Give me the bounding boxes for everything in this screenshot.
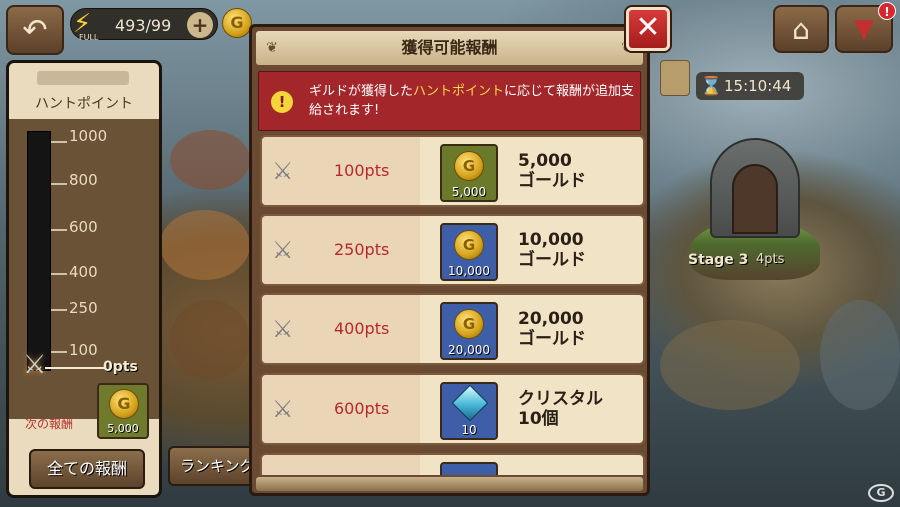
triangle-down-icon: ▼	[854, 14, 874, 44]
gauge-tick	[51, 141, 67, 143]
rock-cluster	[660, 320, 800, 410]
reward-row: ⚔ 600pts 10 クリスタル 10個	[260, 373, 645, 445]
back-button[interactable]: ↶	[6, 5, 64, 55]
reward-item[interactable]: 10	[440, 382, 498, 440]
gauge-label: 400	[69, 263, 98, 281]
crossed-swords-icon: ⚔	[272, 315, 294, 343]
stage-gate[interactable]	[710, 138, 800, 238]
notice-text-part: ギルドが獲得した	[309, 84, 414, 99]
tree-cluster	[160, 210, 250, 280]
reward-name: 20,000 ゴールド	[518, 309, 586, 349]
gold-coin-icon: G	[454, 230, 484, 260]
reward-item[interactable]: G 20,000	[440, 302, 498, 360]
gauge-tick	[51, 309, 67, 311]
current-points-line	[45, 367, 105, 369]
gold-coin-icon: G	[454, 309, 484, 339]
crossed-swords-icon: ⚔	[272, 157, 294, 185]
reward-item[interactable]	[440, 462, 498, 475]
stamina-status: FULL	[79, 33, 99, 42]
crystal-icon	[451, 384, 489, 422]
home-icon: ⌂	[792, 12, 810, 46]
gauge-label: 1000	[69, 127, 108, 145]
reward-points: 400pts	[334, 319, 390, 338]
modal-header: ❦ 獲得可能報酬 ❦	[256, 31, 643, 65]
reward-points: 100pts	[334, 161, 390, 180]
tree-cluster	[170, 300, 250, 380]
item-amount: 10	[461, 423, 477, 437]
reward-item[interactable]: G 10,000	[440, 223, 498, 281]
next-reward-label: 次の報酬	[25, 417, 74, 431]
item-amount: 20,000	[448, 343, 490, 357]
gold-coin-icon: G	[222, 8, 252, 38]
item-amount: 10,000	[448, 264, 490, 278]
gauge-tick	[51, 351, 67, 353]
stamina-display: ⚡ FULL 493/99 +	[70, 8, 218, 42]
row-points-bg	[262, 455, 420, 475]
hunt-point-panel: ハントポイント 1000 800 600 400 250 100 ⚔ 0pts …	[6, 60, 162, 498]
gold-coin-icon: G	[109, 389, 139, 419]
reward-name: 10,000 ゴールド	[518, 230, 586, 270]
reward-item[interactable]: G 5,000	[440, 144, 498, 202]
gauge-label: 800	[69, 171, 98, 189]
back-arrow-icon: ↶	[22, 12, 48, 48]
hunt-point-title: ハントポイント	[35, 96, 133, 112]
add-stamina-button[interactable]: +	[187, 12, 213, 38]
ornament-icon: ❦	[266, 40, 278, 56]
reward-name: 5,000 ゴールド	[518, 151, 586, 191]
quest-scroll-icon[interactable]	[660, 60, 690, 96]
timer-value: 15:10:44	[724, 77, 792, 95]
hourglass-icon: ⌛	[700, 76, 723, 97]
notice-banner: ! ギルドが獲得したハントポイントに応じて報酬が追加支給されます!	[258, 71, 641, 131]
next-reward-amount: 5,000	[107, 422, 139, 435]
gauge-label: 250	[69, 299, 98, 317]
exclamation-icon: !	[271, 91, 293, 113]
current-points: 0pts	[103, 359, 138, 375]
notice-text: ギルドが獲得したハントポイントに応じて報酬が追加支給されます!	[309, 82, 639, 120]
stamina-value: 493/99	[115, 16, 172, 35]
modal-footer	[256, 477, 643, 491]
gauge-label: 600	[69, 218, 98, 236]
reward-points: 250pts	[334, 240, 390, 259]
reward-row: ⚔ 250pts G 10,000 10,000 ゴールド	[260, 214, 645, 286]
reward-points: 600pts	[334, 399, 390, 418]
crossed-swords-icon: ⚔	[23, 350, 47, 380]
guild-name-redacted	[37, 71, 129, 85]
gold-coin-icon: G	[454, 151, 484, 181]
crossed-swords-icon: ⚔	[272, 395, 294, 423]
stage-label: Stage 3	[688, 252, 749, 268]
home-button[interactable]: ⌂	[773, 5, 829, 53]
gauge-label: 100	[69, 341, 98, 359]
rock-cluster	[820, 300, 900, 410]
rewards-modal: ❦ 獲得可能報酬 ❦ ! ギルドが獲得したハントポイントに応じて報酬が追加支給さ…	[249, 24, 650, 496]
watermark-logo: G	[868, 484, 894, 502]
notification-badge-icon: !	[878, 2, 896, 20]
gauge-tick	[51, 229, 67, 231]
reward-row: ⚔ 100pts G 5,000 5,000 ゴールド	[260, 135, 645, 207]
gauge-tick	[51, 183, 67, 185]
crossed-swords-icon: ⚔	[272, 236, 294, 264]
stage-points: 4pts	[756, 252, 785, 267]
reward-row: ⚔ 400pts G 20,000 20,000 ゴールド	[260, 293, 645, 365]
gate-door	[732, 164, 778, 234]
next-reward-item[interactable]: G 5,000	[97, 383, 149, 439]
modal-title: 獲得可能報酬	[401, 38, 498, 57]
close-button[interactable]: ✕	[626, 7, 670, 51]
reward-row-partial	[260, 453, 645, 475]
hunt-point-gauge	[27, 131, 51, 371]
notice-highlight: ハントポイント	[413, 84, 505, 99]
event-timer: ⌛ 15:10:44	[696, 72, 804, 100]
reward-name: クリスタル 10個	[518, 389, 603, 429]
tree-cluster	[170, 130, 250, 190]
item-amount: 5,000	[451, 185, 487, 199]
gauge-tick	[51, 273, 67, 275]
all-rewards-button[interactable]: 全ての報酬	[29, 449, 145, 489]
